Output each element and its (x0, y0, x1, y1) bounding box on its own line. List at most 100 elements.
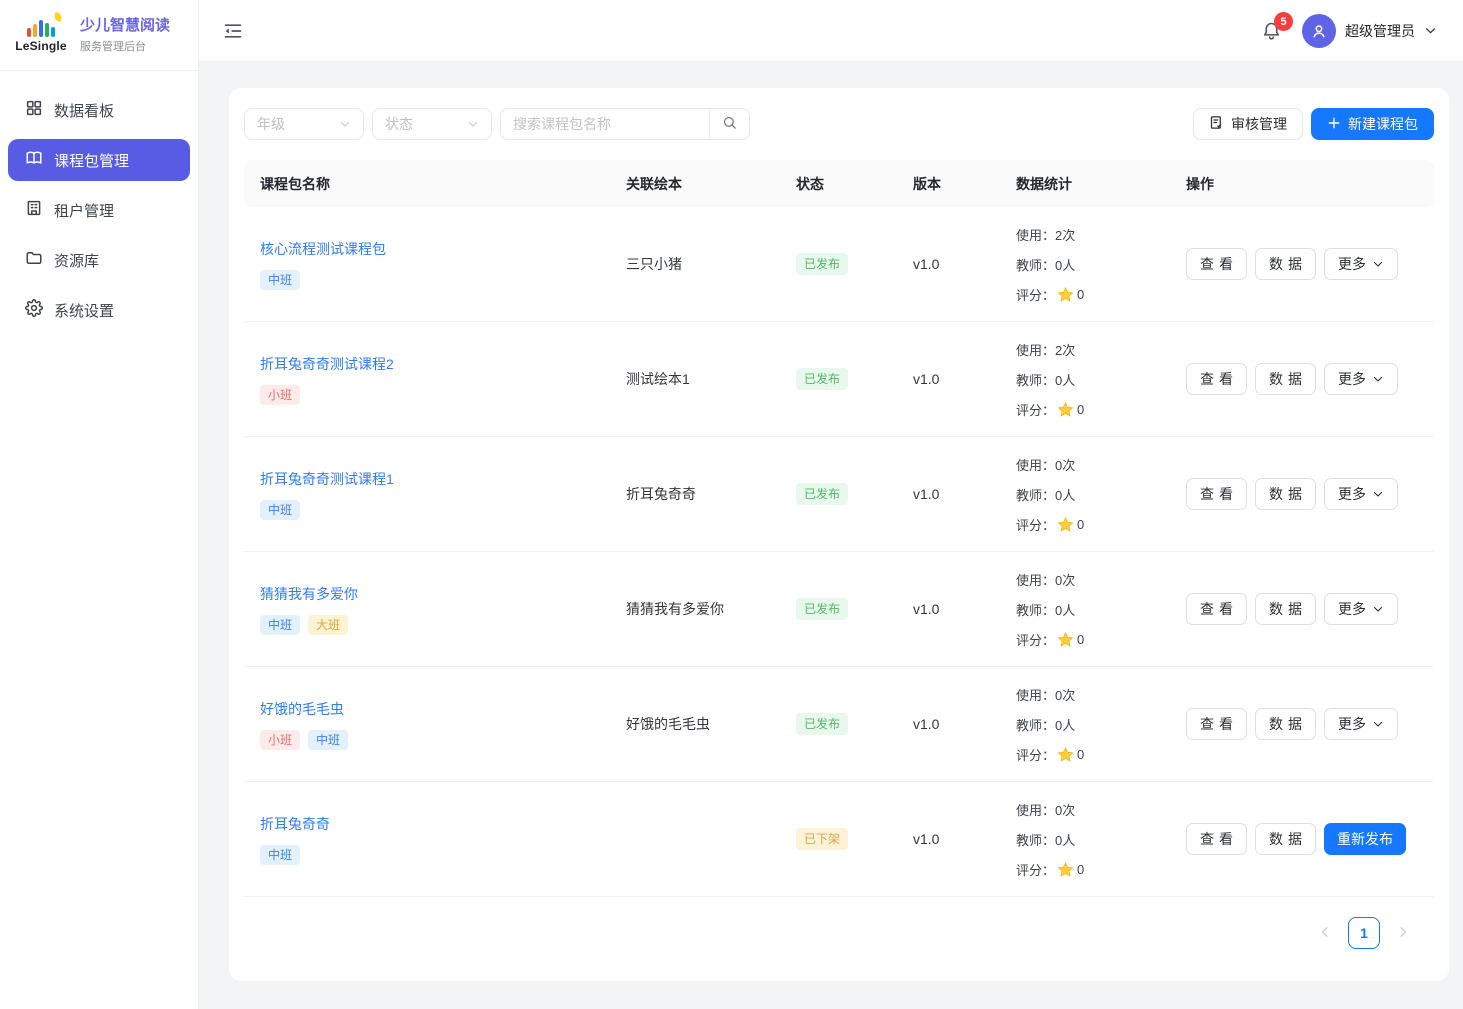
chevron-down-icon (1372, 373, 1384, 385)
search-icon (722, 115, 737, 133)
view-button[interactable]: 查看 (1186, 363, 1247, 395)
view-button[interactable]: 查看 (1186, 593, 1247, 625)
rating-value: 0 (1077, 632, 1084, 647)
column-header-book: 关联绘本 (610, 174, 780, 194)
table-row: 核心流程测试课程包 中班 三只小猪 已发布 v1.0 使用：2次 教师：0人 评… (244, 207, 1434, 322)
brand-name: LeSingle (15, 39, 67, 53)
more-button[interactable]: 更多 (1324, 593, 1398, 625)
column-header-name: 课程包名称 (244, 174, 610, 194)
data-button[interactable]: 数据 (1255, 593, 1316, 625)
status-filter-select[interactable]: 状态 (372, 108, 492, 140)
more-button[interactable]: 更多 (1324, 248, 1398, 280)
folder-icon (25, 249, 43, 271)
pagination: 1 (244, 897, 1434, 949)
rating-value: 0 (1077, 402, 1084, 417)
sidebar-menu: 数据看板 课程包管理 租户管理 资源库 (0, 71, 198, 349)
grade-tag: 大班 (308, 615, 348, 635)
data-button[interactable]: 数据 (1255, 478, 1316, 510)
sidebar-item-dashboard[interactable]: 数据看板 (8, 89, 190, 131)
republish-button[interactable]: 重新发布 (1324, 823, 1406, 855)
sidebar-item-tenants[interactable]: 租户管理 (8, 189, 190, 231)
star-icon (1057, 631, 1074, 648)
data-button[interactable]: 数据 (1255, 363, 1316, 395)
sidebar-item-label: 资源库 (54, 250, 99, 271)
app-window: LeSingle 少儿智慧阅读 服务管理后台 数据看板 课程包管理 (0, 0, 1463, 1009)
grade-filter-select[interactable]: 年级 (244, 108, 364, 140)
content-area: 年级 状态 (199, 62, 1463, 1009)
next-page-button[interactable] (1396, 925, 1410, 942)
more-button[interactable]: 更多 (1324, 478, 1398, 510)
audit-icon (1209, 115, 1224, 133)
version-text: v1.0 (913, 486, 939, 502)
teacher-count: 0人 (1055, 715, 1075, 734)
status-badge: 已发布 (796, 483, 848, 505)
star-icon (1057, 401, 1074, 418)
data-button[interactable]: 数据 (1255, 708, 1316, 740)
view-button[interactable]: 查看 (1186, 708, 1247, 740)
chevron-left-icon (1318, 925, 1332, 942)
table-row: 好饿的毛毛虫 小班 中班 好饿的毛毛虫 已发布 v1.0 使用：0次 教师：0人 (244, 667, 1434, 782)
chevron-down-icon (1372, 258, 1384, 270)
version-text: v1.0 (913, 716, 939, 732)
data-button[interactable]: 数据 (1255, 823, 1316, 855)
version-text: v1.0 (913, 256, 939, 272)
data-button[interactable]: 数据 (1255, 248, 1316, 280)
table-row: 猜猜我有多爱你 中班 大班 猜猜我有多爱你 已发布 v1.0 使用：0次 教师：… (244, 552, 1434, 667)
search-button[interactable] (709, 109, 749, 139)
notification-bell-icon[interactable]: 5 (1261, 20, 1282, 41)
chevron-down-icon (1372, 718, 1384, 730)
status-badge: 已发布 (796, 368, 848, 390)
usage-count: 2次 (1055, 340, 1075, 359)
star-icon (1057, 286, 1074, 303)
status-filter-placeholder: 状态 (385, 114, 413, 134)
rating-value: 0 (1077, 862, 1084, 877)
package-name-link[interactable]: 核心流程测试课程包 (260, 239, 386, 259)
create-package-button[interactable]: 新建课程包 (1311, 108, 1434, 140)
more-button[interactable]: 更多 (1324, 363, 1398, 395)
teacher-count: 0人 (1055, 485, 1075, 504)
logo-leaf-icon (53, 12, 63, 22)
course-package-table: 课程包名称 关联绘本 状态 版本 数据统计 操作 核心流程测试课程包 中班 三只 (244, 160, 1434, 897)
grade-tag: 中班 (260, 500, 300, 520)
package-name-link[interactable]: 折耳兔奇奇测试课程1 (260, 469, 394, 489)
sidebar-item-label: 租户管理 (54, 200, 114, 221)
view-button[interactable]: 查看 (1186, 248, 1247, 280)
usage-count: 0次 (1055, 455, 1075, 474)
user-menu[interactable]: 超级管理员 (1302, 14, 1437, 48)
rating-value: 0 (1077, 287, 1084, 302)
menu-fold-icon[interactable] (223, 21, 243, 41)
top-header: 5 超级管理员 (199, 0, 1463, 62)
column-header-status: 状态 (780, 174, 897, 194)
building-icon (25, 199, 43, 221)
sidebar-item-course-packages[interactable]: 课程包管理 (8, 139, 190, 181)
brand-logo-icon: LeSingle (12, 17, 70, 53)
package-name-link[interactable]: 猜猜我有多爱你 (260, 584, 358, 604)
main-area: 5 超级管理员 年级 (199, 0, 1463, 1009)
package-name-link[interactable]: 折耳兔奇奇 (260, 814, 330, 834)
view-button[interactable]: 查看 (1186, 478, 1247, 510)
book-icon (25, 149, 43, 171)
grade-tag: 中班 (260, 845, 300, 865)
search-input[interactable] (501, 109, 709, 139)
rating-value: 0 (1077, 517, 1084, 532)
column-header-version: 版本 (897, 174, 1000, 194)
linked-book: 三只小猪 (626, 256, 682, 272)
view-button[interactable]: 查看 (1186, 823, 1247, 855)
package-name-link[interactable]: 好饿的毛毛虫 (260, 699, 344, 719)
chevron-down-icon (467, 118, 479, 130)
prev-page-button[interactable] (1318, 925, 1332, 942)
package-name-link[interactable]: 折耳兔奇奇测试课程2 (260, 354, 394, 374)
app-title: 少儿智慧阅读 (80, 17, 170, 35)
search-box (500, 108, 750, 140)
more-button[interactable]: 更多 (1324, 708, 1398, 740)
page-number-button[interactable]: 1 (1348, 917, 1380, 949)
version-text: v1.0 (913, 371, 939, 387)
column-header-stats: 数据统计 (1000, 174, 1170, 194)
logo-bars-icon (27, 17, 55, 37)
sidebar-item-settings[interactable]: 系统设置 (8, 289, 190, 331)
rating-value: 0 (1077, 747, 1084, 762)
review-management-button[interactable]: 审核管理 (1193, 108, 1303, 140)
sidebar-item-resources[interactable]: 资源库 (8, 239, 190, 281)
sidebar: LeSingle 少儿智慧阅读 服务管理后台 数据看板 课程包管理 (0, 0, 199, 1009)
linked-book: 猜猜我有多爱你 (626, 601, 724, 617)
